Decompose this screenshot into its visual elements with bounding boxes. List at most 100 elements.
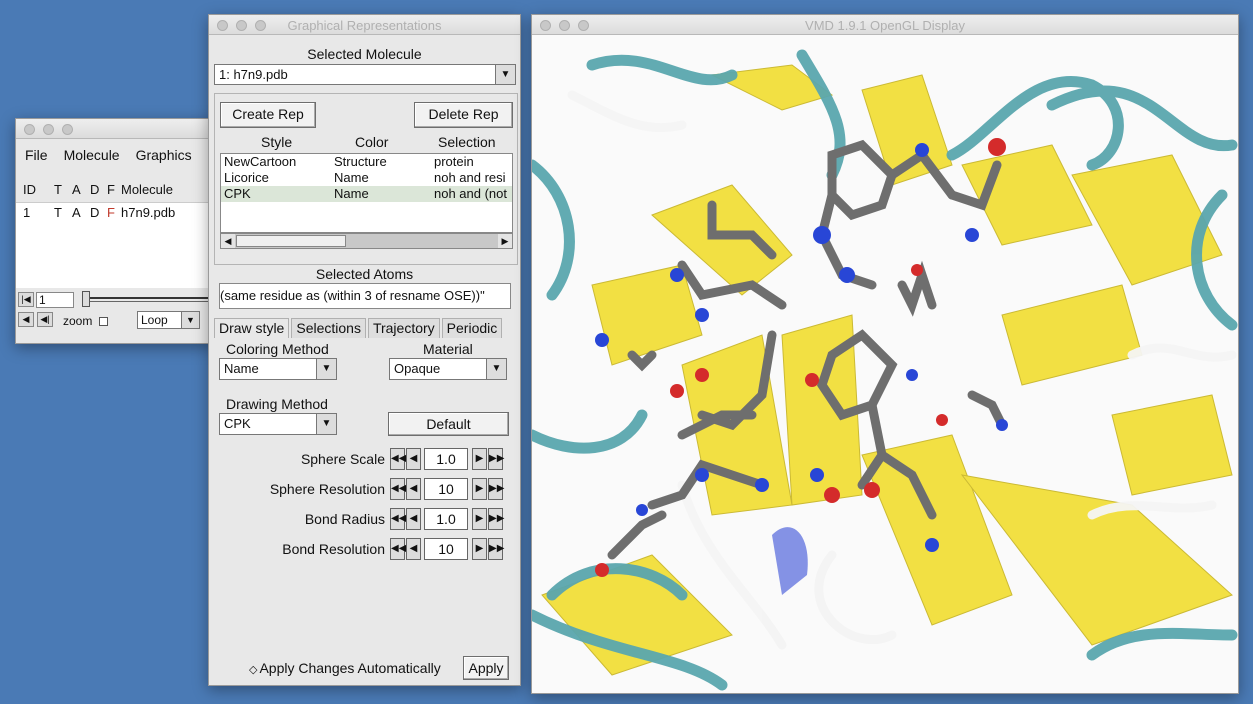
step-down-fast-icon[interactable]: ◀◀ [390, 538, 406, 560]
main-titlebar[interactable] [16, 119, 214, 139]
chevron-down-icon: ▼ [181, 312, 199, 328]
scroll-right-icon[interactable]: ▶ [498, 234, 512, 248]
selected-molecule-value: 1: h7n9.pdb [219, 67, 288, 82]
drawn-toggle[interactable]: D [90, 205, 107, 220]
chevron-down-icon: ▼ [316, 414, 336, 434]
header-f[interactable]: F [107, 182, 121, 197]
step-up-icon[interactable]: ▶ [472, 448, 487, 470]
tab-draw-style[interactable]: Draw style [214, 318, 290, 338]
gl-titlebar[interactable]: VMD 1.9.1 OpenGL Display [532, 15, 1238, 35]
step-up-fast-icon[interactable]: ▶▶ [488, 448, 504, 470]
graphical-representations-window: Graphical Representations Selected Molec… [208, 14, 521, 686]
apply-button[interactable]: Apply [463, 656, 509, 680]
close-window-icon[interactable] [24, 124, 35, 135]
menu-file[interactable]: File [25, 147, 48, 175]
vmd-main-window: File Molecule Graphics ID T A D F Molecu… [15, 118, 215, 344]
step-down-icon[interactable]: ◀ [406, 478, 421, 500]
zoom-label: zoom [63, 314, 93, 328]
scroll-left-icon[interactable]: ◀ [221, 234, 235, 248]
step-up-icon[interactable]: ▶ [472, 508, 487, 530]
column-color: Color [355, 134, 389, 150]
minimize-window-icon[interactable] [43, 124, 54, 135]
loop-select[interactable]: Loop ▼ [137, 311, 200, 329]
rep-window-title: Graphical Representations [287, 18, 442, 33]
selected-atoms-label: Selected Atoms [315, 266, 414, 282]
bond-resolution-value[interactable]: 10 [424, 538, 468, 560]
tab-trajectory[interactable]: Trajectory [367, 318, 440, 338]
menu-graphics[interactable]: Graphics [136, 147, 192, 175]
rep-selection: noh and (not [434, 186, 508, 201]
step-down-fast-icon[interactable]: ◀◀ [390, 478, 406, 500]
top-toggle[interactable]: T [54, 205, 72, 220]
molecule-list[interactable]: 1 T A D F h7n9.pdb [16, 202, 214, 288]
sphere-resolution-label: Sphere Resolution [269, 481, 385, 497]
step-up-fast-icon[interactable]: ▶▶ [488, 508, 504, 530]
rep-style: NewCartoon [224, 154, 297, 169]
drawing-method-select[interactable]: CPK ▼ [219, 413, 337, 435]
header-d[interactable]: D [90, 182, 107, 197]
sphere-scale-label: Sphere Scale [300, 451, 385, 467]
goto-start-icon[interactable]: |◀ [18, 292, 34, 307]
rep-color: Name [334, 170, 369, 185]
step-down-fast-icon[interactable]: ◀◀ [390, 448, 406, 470]
header-t[interactable]: T [54, 182, 72, 197]
chevron-down-icon: ▼ [486, 359, 506, 379]
step-down-icon[interactable]: ◀ [406, 448, 421, 470]
step-down-icon[interactable]: ◀ [406, 508, 421, 530]
rep-row[interactable]: Licorice Name noh and resi [221, 170, 512, 186]
representations-panel: Create Rep Delete Rep Style Color Select… [214, 93, 518, 265]
apply-auto-label: Apply Changes Automatically [259, 660, 441, 676]
tab-periodic[interactable]: Periodic [441, 318, 503, 338]
frame-slider-thumb[interactable] [82, 291, 90, 307]
material-value: Opaque [394, 361, 441, 376]
bond-radius-label: Bond Radius [304, 511, 385, 527]
animation-controls: |◀ 1 ◀ ◀| zoom Loop ▼ [16, 289, 214, 343]
default-button[interactable]: Default [388, 412, 509, 436]
header-a[interactable]: A [72, 182, 90, 197]
rep-style: Licorice [224, 170, 269, 185]
material-select[interactable]: Opaque ▼ [389, 358, 507, 380]
step-down-icon[interactable]: ◀ [406, 538, 421, 560]
step-up-icon[interactable]: ▶ [472, 478, 487, 500]
molecule-list-header: ID T A D F Molecule [16, 175, 214, 197]
selected-atoms-input[interactable]: (same residue as (within 3 of resname OS… [219, 283, 511, 309]
apply-auto-radio[interactable]: ◇ Apply Changes Automatically [249, 660, 441, 676]
frame-slider[interactable] [82, 297, 214, 302]
step-up-fast-icon[interactable]: ▶▶ [488, 478, 504, 500]
step-back-icon[interactable]: ◀ [18, 312, 34, 327]
molecule-row[interactable]: 1 T A D F h7n9.pdb [16, 203, 214, 220]
header-molecule[interactable]: Molecule [121, 182, 173, 197]
scrollbar-thumb[interactable] [236, 235, 346, 247]
bond-radius-value[interactable]: 1.0 [424, 508, 468, 530]
loop-value: Loop [141, 313, 168, 327]
material-label: Material [423, 341, 473, 357]
menu-molecule[interactable]: Molecule [64, 147, 120, 175]
molecule-3d-view[interactable] [532, 35, 1238, 693]
zoom-window-icon[interactable] [62, 124, 73, 135]
rep-titlebar[interactable]: Graphical Representations [209, 15, 520, 35]
active-toggle[interactable]: A [72, 205, 90, 220]
coloring-method-select[interactable]: Name ▼ [219, 358, 337, 380]
main-menubar: File Molecule Graphics [16, 139, 214, 175]
tab-selections[interactable]: Selections [291, 318, 366, 338]
rep-table-scrollbar[interactable]: ◀ ▶ [220, 233, 513, 249]
zoom-checkbox[interactable] [99, 317, 108, 326]
fixed-toggle[interactable]: F [107, 205, 121, 220]
chevron-down-icon: ▼ [495, 65, 515, 84]
step-up-icon[interactable]: ▶ [472, 538, 487, 560]
drawing-method-value: CPK [224, 416, 251, 431]
step-down-fast-icon[interactable]: ◀◀ [390, 508, 406, 530]
rep-row[interactable]: NewCartoon Structure protein [221, 154, 512, 170]
frame-input[interactable]: 1 [36, 292, 74, 308]
play-reverse-icon[interactable]: ◀| [37, 312, 53, 327]
header-id[interactable]: ID [23, 182, 54, 197]
sphere-resolution-value[interactable]: 10 [424, 478, 468, 500]
step-up-fast-icon[interactable]: ▶▶ [488, 538, 504, 560]
selected-molecule-select[interactable]: 1: h7n9.pdb ▼ [214, 64, 516, 85]
sphere-scale-value[interactable]: 1.0 [424, 448, 468, 470]
representations-table[interactable]: NewCartoon Structure protein Licorice Na… [220, 153, 513, 233]
rep-row-selected[interactable]: CPK Name noh and (not [221, 186, 512, 202]
create-rep-button[interactable]: Create Rep [220, 102, 316, 128]
delete-rep-button[interactable]: Delete Rep [414, 102, 513, 128]
chevron-down-icon: ▼ [316, 359, 336, 379]
